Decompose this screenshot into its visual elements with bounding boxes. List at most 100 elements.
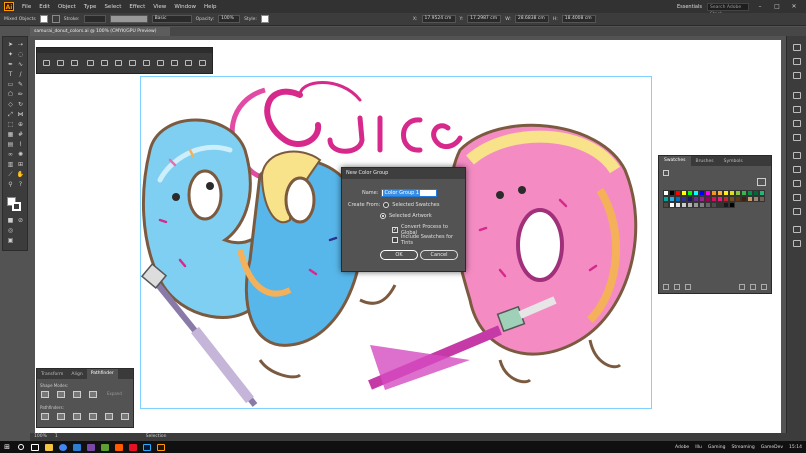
artboards-panel-icon[interactable]	[793, 240, 801, 247]
outline-icon[interactable]	[105, 413, 113, 420]
blob-brush-icon[interactable]	[101, 60, 108, 66]
cancel-button[interactable]: Cancel	[420, 250, 458, 260]
minus-front-icon[interactable]	[57, 391, 65, 398]
swatch[interactable]	[759, 196, 765, 202]
tray-item-gaming[interactable]: Gaming	[708, 445, 726, 450]
scissors-icon[interactable]	[57, 60, 64, 66]
photoshop-icon[interactable]	[140, 441, 154, 453]
fill-stroke-icon[interactable]	[663, 170, 669, 176]
tray-item-gamedev[interactable]: GameDev	[761, 445, 783, 450]
star-icon[interactable]	[199, 60, 206, 66]
group-name-input[interactable]: Color Group 1	[381, 189, 438, 197]
illustrator-taskbar-icon[interactable]	[154, 441, 168, 453]
clock[interactable]: 15:14	[789, 445, 802, 450]
swatch-grid	[663, 190, 767, 208]
current-tool-status[interactable]: Selection	[146, 433, 167, 441]
artboard-number[interactable]: 1	[55, 433, 58, 441]
selected-artwork-radio[interactable]	[380, 213, 386, 219]
include-tints-checkbox[interactable]	[392, 237, 398, 243]
pathfinder-panel-tabs: Transform Align Pathfinder	[37, 369, 133, 379]
unite-icon[interactable]	[41, 391, 49, 398]
dialog-title: New Color Group	[342, 168, 465, 179]
divide-icon[interactable]	[41, 413, 49, 420]
swatches-panel: Swatches Brushes Symbols	[658, 155, 772, 294]
libraries-panel-icon[interactable]	[793, 58, 801, 65]
create-from-label: Create From:	[348, 202, 381, 208]
smooth-icon[interactable]	[129, 60, 136, 66]
tray-item-streaming[interactable]: Streaming	[731, 445, 754, 450]
exclude-icon[interactable]	[89, 391, 97, 398]
swatch-options-icon[interactable]	[685, 284, 691, 290]
symbols-panel-icon[interactable]	[793, 226, 801, 233]
app-icon-2[interactable]	[84, 441, 98, 453]
new-swatch-icon[interactable]	[750, 284, 756, 290]
windows-start-icon[interactable]: ⊞	[0, 441, 14, 453]
app-icon-3[interactable]	[98, 441, 112, 453]
trim-icon[interactable]	[57, 413, 65, 420]
name-label: Name:	[362, 190, 379, 196]
right-panel-dock	[786, 36, 806, 433]
color-guide-panel-icon[interactable]	[793, 106, 801, 113]
color-panel-icon[interactable]	[793, 92, 801, 99]
transparency-panel-icon[interactable]	[793, 180, 801, 187]
system-tray: Adobe Illu Gaming Streaming GameDev 15:1…	[675, 445, 806, 450]
pathfinder-panel: Transform Align Pathfinder Shape Modes: …	[36, 368, 134, 428]
app-icon-5[interactable]	[126, 441, 140, 453]
tray-item-illu[interactable]: Illu	[695, 445, 702, 450]
eraser-icon[interactable]	[43, 60, 50, 66]
appearance-panel-icon[interactable]	[793, 194, 801, 201]
tray-item-adobe[interactable]: Adobe	[675, 445, 689, 450]
rectangle-icon[interactable]	[143, 60, 150, 66]
tab-symbols[interactable]: Symbols	[719, 159, 748, 164]
swatches-panel-tabs: Swatches Brushes Symbols	[659, 156, 771, 166]
floating-panel-header[interactable]	[37, 48, 212, 53]
rounded-rectangle-icon[interactable]	[157, 60, 164, 66]
properties-panel-icon[interactable]	[793, 44, 801, 51]
task-view-icon[interactable]	[28, 441, 42, 453]
chrome-icon[interactable]	[56, 441, 70, 453]
library-menu-icon[interactable]	[663, 284, 669, 290]
brush-icon[interactable]	[87, 60, 94, 66]
shape-modes-label: Shape Modes:	[40, 383, 69, 388]
new-color-group-icon[interactable]	[739, 284, 745, 290]
search-icon[interactable]	[14, 441, 28, 453]
graphic-styles-panel-icon[interactable]	[793, 208, 801, 215]
create-from-row: Create From: Selected Swatches	[348, 202, 439, 208]
tab-brushes[interactable]: Brushes	[691, 159, 719, 164]
show-kinds-icon[interactable]	[674, 284, 680, 290]
gradient-panel-icon[interactable]	[793, 166, 801, 173]
polygon-icon[interactable]	[185, 60, 192, 66]
include-tints-row: Include Swatches for Tints	[392, 234, 465, 246]
stroke-panel-icon[interactable]	[793, 152, 801, 159]
tab-swatches[interactable]: Swatches	[659, 156, 691, 166]
selected-swatches-radio[interactable]	[383, 202, 390, 208]
expand-button[interactable]: Expand	[107, 391, 122, 396]
selected-swatches-label[interactable]: Selected Swatches	[392, 202, 439, 208]
grid-view-icon[interactable]	[757, 178, 766, 186]
include-tints-label[interactable]: Include Swatches for Tints	[401, 234, 465, 246]
tab-pathfinder[interactable]: Pathfinder	[86, 369, 118, 379]
zoom-level[interactable]: 100%	[34, 433, 47, 441]
minus-back-icon[interactable]	[121, 413, 129, 420]
swatch[interactable]	[729, 202, 735, 208]
crop-icon[interactable]	[89, 413, 97, 420]
pencil-icon[interactable]	[115, 60, 122, 66]
swatches-panel-icon[interactable]	[793, 120, 801, 127]
merge-icon[interactable]	[73, 413, 81, 420]
convert-process-checkbox[interactable]: ✓	[392, 227, 398, 233]
intersect-icon[interactable]	[73, 391, 81, 398]
app-icon-1[interactable]	[70, 441, 84, 453]
selected-artwork-label[interactable]: Selected Artwork	[389, 213, 432, 219]
app-icon-4[interactable]	[112, 441, 126, 453]
windows-taskbar: ⊞ Adobe Illu Gaming Streaming GameDev 15…	[0, 441, 806, 453]
ellipse-icon[interactable]	[171, 60, 178, 66]
ok-button[interactable]: OK	[380, 250, 418, 260]
selected-artwork-row: Selected Artwork	[380, 213, 432, 219]
tab-align[interactable]: Align	[67, 372, 86, 377]
tab-transform[interactable]: Transform	[37, 372, 67, 377]
knife-icon[interactable]	[71, 60, 78, 66]
brushes-panel-icon[interactable]	[793, 134, 801, 141]
delete-swatch-icon[interactable]	[761, 284, 767, 290]
layers-panel-icon[interactable]	[793, 72, 801, 79]
file-explorer-icon[interactable]	[42, 441, 56, 453]
